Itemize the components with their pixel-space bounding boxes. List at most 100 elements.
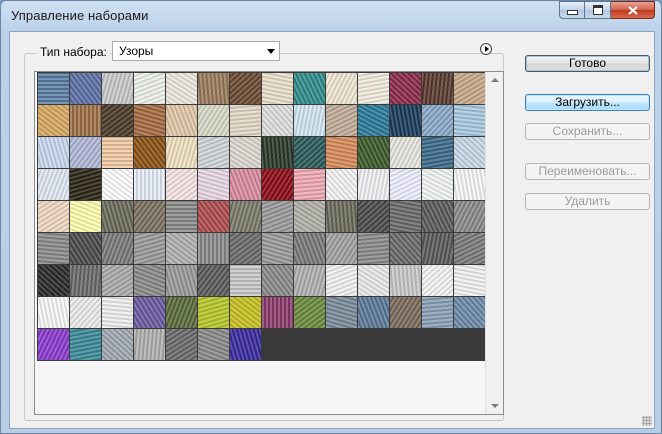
done-button[interactable]: Готово — [525, 55, 650, 72]
pattern-swatch[interactable] — [422, 201, 453, 232]
pattern-swatch[interactable] — [230, 105, 261, 136]
pattern-swatch[interactable] — [390, 233, 421, 264]
pattern-swatch[interactable] — [38, 265, 69, 296]
pattern-swatch[interactable] — [454, 73, 485, 104]
pattern-swatch[interactable] — [166, 169, 197, 200]
pattern-swatch[interactable] — [326, 265, 357, 296]
pattern-swatch[interactable] — [230, 233, 261, 264]
pattern-swatch[interactable] — [102, 137, 133, 168]
pattern-swatch[interactable] — [262, 201, 293, 232]
pattern-swatch[interactable] — [358, 297, 389, 328]
pattern-swatch[interactable] — [198, 297, 229, 328]
pattern-swatch[interactable] — [38, 73, 69, 104]
pattern-swatch[interactable] — [262, 105, 293, 136]
pattern-swatch[interactable] — [134, 297, 165, 328]
pattern-swatch[interactable] — [294, 233, 325, 264]
resize-grip[interactable] — [642, 416, 652, 426]
pattern-swatch[interactable] — [358, 233, 389, 264]
pattern-swatch[interactable] — [102, 73, 133, 104]
pattern-swatch[interactable] — [70, 233, 101, 264]
pattern-swatch[interactable] — [166, 329, 197, 360]
pattern-swatch[interactable] — [38, 137, 69, 168]
pattern-swatch[interactable] — [262, 233, 293, 264]
pattern-swatch[interactable] — [422, 265, 453, 296]
pattern-swatch[interactable] — [358, 201, 389, 232]
pattern-swatch[interactable] — [166, 105, 197, 136]
pattern-swatch[interactable] — [358, 265, 389, 296]
maximize-button[interactable] — [585, 1, 611, 19]
pattern-swatch[interactable] — [326, 297, 357, 328]
pattern-swatch[interactable] — [422, 233, 453, 264]
pattern-swatch[interactable] — [326, 105, 357, 136]
pattern-swatch[interactable] — [262, 73, 293, 104]
pattern-swatch[interactable] — [70, 329, 101, 360]
pattern-swatch[interactable] — [102, 105, 133, 136]
pattern-swatch[interactable] — [230, 73, 261, 104]
pattern-swatch[interactable] — [38, 233, 69, 264]
pattern-swatch[interactable] — [198, 201, 229, 232]
pattern-swatch[interactable] — [390, 105, 421, 136]
pattern-swatch[interactable] — [102, 329, 133, 360]
pattern-swatch[interactable] — [70, 201, 101, 232]
pattern-swatch[interactable] — [198, 137, 229, 168]
pattern-swatch[interactable] — [166, 233, 197, 264]
pattern-swatch[interactable] — [102, 233, 133, 264]
scroll-down-icon[interactable] — [491, 404, 499, 408]
pattern-swatch[interactable] — [38, 201, 69, 232]
pattern-swatch[interactable] — [294, 265, 325, 296]
pattern-swatch[interactable] — [262, 169, 293, 200]
pattern-swatch[interactable] — [70, 137, 101, 168]
pattern-swatch[interactable] — [454, 265, 485, 296]
pattern-swatch[interactable] — [390, 169, 421, 200]
pattern-swatch[interactable] — [454, 233, 485, 264]
pattern-swatch[interactable] — [230, 297, 261, 328]
pattern-swatch[interactable] — [262, 265, 293, 296]
pattern-swatch[interactable] — [422, 73, 453, 104]
pattern-swatch[interactable] — [294, 137, 325, 168]
pattern-swatch[interactable] — [262, 137, 293, 168]
pattern-swatch[interactable] — [262, 297, 293, 328]
pattern-swatch[interactable] — [294, 73, 325, 104]
pattern-swatch[interactable] — [326, 201, 357, 232]
pattern-swatch[interactable] — [102, 201, 133, 232]
pattern-swatch[interactable] — [230, 137, 261, 168]
pattern-swatch[interactable] — [230, 329, 261, 360]
pattern-swatch[interactable] — [134, 233, 165, 264]
pattern-swatch[interactable] — [166, 297, 197, 328]
pattern-swatch[interactable] — [166, 137, 197, 168]
pattern-swatch[interactable] — [134, 105, 165, 136]
pattern-swatch[interactable] — [70, 105, 101, 136]
pattern-swatch[interactable] — [358, 73, 389, 104]
pattern-swatch[interactable] — [102, 265, 133, 296]
pattern-swatch[interactable] — [134, 265, 165, 296]
pattern-swatch[interactable] — [38, 169, 69, 200]
pattern-swatch[interactable] — [166, 265, 197, 296]
pattern-swatch[interactable] — [102, 169, 133, 200]
pattern-swatch[interactable] — [454, 169, 485, 200]
delete-button[interactable]: Удалить — [525, 193, 650, 210]
vertical-scrollbar[interactable] — [485, 72, 503, 414]
pattern-swatch[interactable] — [454, 105, 485, 136]
pattern-swatch[interactable] — [294, 201, 325, 232]
pattern-swatch[interactable] — [358, 169, 389, 200]
pattern-swatch[interactable] — [454, 201, 485, 232]
pattern-swatch[interactable] — [390, 201, 421, 232]
pattern-swatch[interactable] — [70, 265, 101, 296]
pattern-swatch[interactable] — [454, 297, 485, 328]
pattern-swatch[interactable] — [198, 265, 229, 296]
pattern-swatch[interactable] — [390, 297, 421, 328]
pattern-swatch[interactable] — [38, 297, 69, 328]
pattern-swatch[interactable] — [294, 297, 325, 328]
pattern-swatch[interactable] — [422, 297, 453, 328]
close-button[interactable] — [611, 1, 655, 19]
pattern-swatch[interactable] — [102, 297, 133, 328]
pattern-swatch[interactable] — [326, 137, 357, 168]
pattern-swatch[interactable] — [390, 265, 421, 296]
pattern-swatch[interactable] — [166, 201, 197, 232]
pattern-swatch[interactable] — [454, 137, 485, 168]
pattern-swatch[interactable] — [358, 137, 389, 168]
pattern-swatch[interactable] — [230, 201, 261, 232]
pattern-swatch[interactable] — [134, 201, 165, 232]
pattern-swatch[interactable] — [70, 297, 101, 328]
pattern-swatch[interactable] — [422, 105, 453, 136]
